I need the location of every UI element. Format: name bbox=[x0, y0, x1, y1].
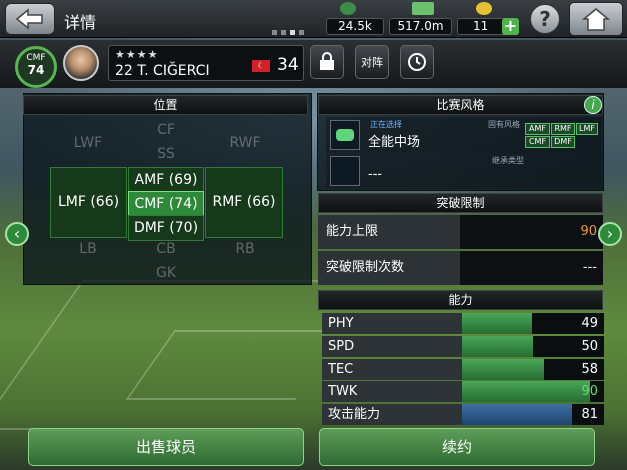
clock-icon bbox=[408, 53, 426, 71]
ability-bar-fill bbox=[462, 336, 533, 357]
inherit-style-row[interactable]: 继承类型 --- bbox=[326, 153, 602, 189]
style-chip-amf: AMF bbox=[525, 123, 550, 135]
pos-lwf: LWF bbox=[73, 135, 103, 151]
pos-ss: SS bbox=[157, 146, 175, 162]
prev-player-button[interactable]: ‹ bbox=[5, 222, 29, 246]
level-cap-label: 能力上限 bbox=[318, 215, 460, 249]
ability-value: 58 bbox=[581, 362, 598, 377]
ability-bar: 81 bbox=[462, 404, 604, 425]
pos-cf: CF bbox=[157, 122, 175, 138]
breakthrough-count-row: 突破限制次数 --- bbox=[318, 251, 603, 285]
ability-bar-fill bbox=[462, 359, 544, 380]
player-avatar bbox=[63, 45, 99, 81]
training-button[interactable] bbox=[310, 45, 344, 79]
ability-row: PHY 49 bbox=[322, 313, 604, 334]
ability-bar-fill bbox=[462, 381, 590, 402]
empty-style-icon bbox=[330, 156, 360, 186]
player-name: 22 T. CIĞERCI bbox=[115, 63, 210, 79]
chevron-right-icon: › bbox=[606, 224, 614, 243]
gp-counter: 517.0m bbox=[389, 18, 452, 35]
style-chip-dmf: DMF bbox=[551, 136, 575, 148]
ability-label: TEC bbox=[322, 359, 462, 380]
player-stars: ★★★★ bbox=[115, 48, 159, 61]
player-name-box: ★★★★ 22 T. CIĞERCI ☾ 34 bbox=[108, 45, 304, 81]
level-cap-row: 能力上限 90 bbox=[318, 215, 603, 249]
overall-rating: 74 bbox=[27, 63, 45, 77]
training-icon bbox=[320, 52, 334, 70]
ability-header: 能力 bbox=[318, 290, 603, 310]
gem-counter: 24.5k bbox=[326, 18, 384, 35]
ability-value: 49 bbox=[581, 316, 598, 331]
style-chip-rmf: RMF bbox=[551, 123, 575, 135]
gem-icon bbox=[340, 2, 356, 15]
ability-value: 90 bbox=[581, 384, 598, 399]
ability-row: TWK 90 bbox=[322, 381, 604, 402]
ability-bar: 50 bbox=[462, 336, 604, 357]
ability-label: PHY bbox=[322, 313, 462, 334]
renew-contract-button[interactable]: 续约 bbox=[319, 428, 595, 466]
back-arrow-icon bbox=[15, 8, 43, 30]
matchup-button[interactable]: 对阵 bbox=[355, 45, 389, 79]
ability-value: 81 bbox=[581, 407, 598, 422]
position-badge: CMF 74 bbox=[15, 46, 57, 88]
ability-row: SPD 50 bbox=[322, 336, 604, 357]
ability-bar-fill bbox=[462, 313, 532, 334]
style-chip-cmf: CMF bbox=[525, 136, 550, 148]
player-bar: CMF 74 ★★★★ 22 T. CIĞERCI ☾ 34 对阵 bbox=[0, 40, 627, 88]
ability-bar: 90 bbox=[462, 381, 604, 402]
inherit-value: --- bbox=[368, 167, 383, 182]
pos-rwf: RWF bbox=[229, 135, 261, 151]
ability-label: TWK bbox=[322, 381, 462, 402]
breakthrough-header: 突破限制 bbox=[318, 193, 603, 213]
info-button[interactable]: i bbox=[584, 96, 602, 114]
page-title: 详情 bbox=[64, 13, 97, 32]
ability-row: 攻击能力 81 bbox=[322, 404, 604, 425]
gp-money-icon bbox=[412, 2, 434, 15]
ability-bar: 58 bbox=[462, 359, 604, 380]
history-button[interactable] bbox=[400, 45, 434, 79]
pos-amf: AMF (69) bbox=[128, 167, 204, 193]
style-card-icon bbox=[330, 120, 360, 150]
breakthrough-count-label: 突破限制次数 bbox=[318, 251, 460, 285]
inherit-tag: 继承类型 bbox=[492, 156, 524, 165]
home-button[interactable] bbox=[569, 2, 623, 36]
pos-cmf: CMF (74) bbox=[128, 191, 204, 217]
pos-gk: GK bbox=[155, 265, 177, 281]
turkey-flag-icon: ☾ bbox=[252, 60, 270, 72]
pos-rmf: RMF (66) bbox=[205, 167, 283, 238]
play-style-header: 比赛风格 bbox=[318, 95, 603, 115]
chevron-left-icon: ‹ bbox=[13, 224, 21, 243]
position-label: CMF bbox=[26, 53, 46, 63]
pos-rb: RB bbox=[235, 241, 255, 257]
ability-bar: 49 bbox=[462, 313, 604, 334]
ability-label: SPD bbox=[322, 336, 462, 357]
level-cap-value: 90 bbox=[460, 215, 603, 249]
coin-icon bbox=[476, 2, 492, 15]
pos-lmf: LMF (66) bbox=[50, 167, 127, 238]
sell-player-button[interactable]: 出售球员 bbox=[28, 428, 304, 466]
home-icon bbox=[581, 8, 611, 31]
current-style-name: 全能中场 bbox=[368, 135, 421, 150]
pos-lb: LB bbox=[79, 241, 97, 257]
ability-row: TEC 58 bbox=[322, 359, 604, 380]
current-tag: 正在选择 bbox=[370, 120, 402, 129]
ability-value: 50 bbox=[581, 339, 598, 354]
ability-label: 攻击能力 bbox=[322, 404, 462, 425]
breakthrough-count-value: --- bbox=[460, 251, 603, 285]
back-button[interactable] bbox=[5, 3, 55, 35]
page-dots bbox=[272, 30, 304, 35]
position-header: 位置 bbox=[23, 95, 308, 115]
ability-bar-fill bbox=[462, 404, 572, 425]
top-bar: 详情 24.5k 517.0m 11 + ? bbox=[0, 0, 627, 38]
current-style-row[interactable]: 正在选择 全能中场 固有风格 AMF RMF LMF CMF DMF bbox=[326, 117, 602, 153]
help-button[interactable]: ? bbox=[530, 4, 560, 34]
style-chip-lmf: LMF bbox=[576, 123, 598, 135]
next-player-button[interactable]: › bbox=[598, 222, 622, 246]
own-tag: 固有风格 bbox=[488, 120, 520, 129]
player-level: 34 bbox=[277, 55, 299, 75]
pos-cb: CB bbox=[156, 241, 176, 257]
add-coins-button[interactable]: + bbox=[502, 18, 519, 35]
